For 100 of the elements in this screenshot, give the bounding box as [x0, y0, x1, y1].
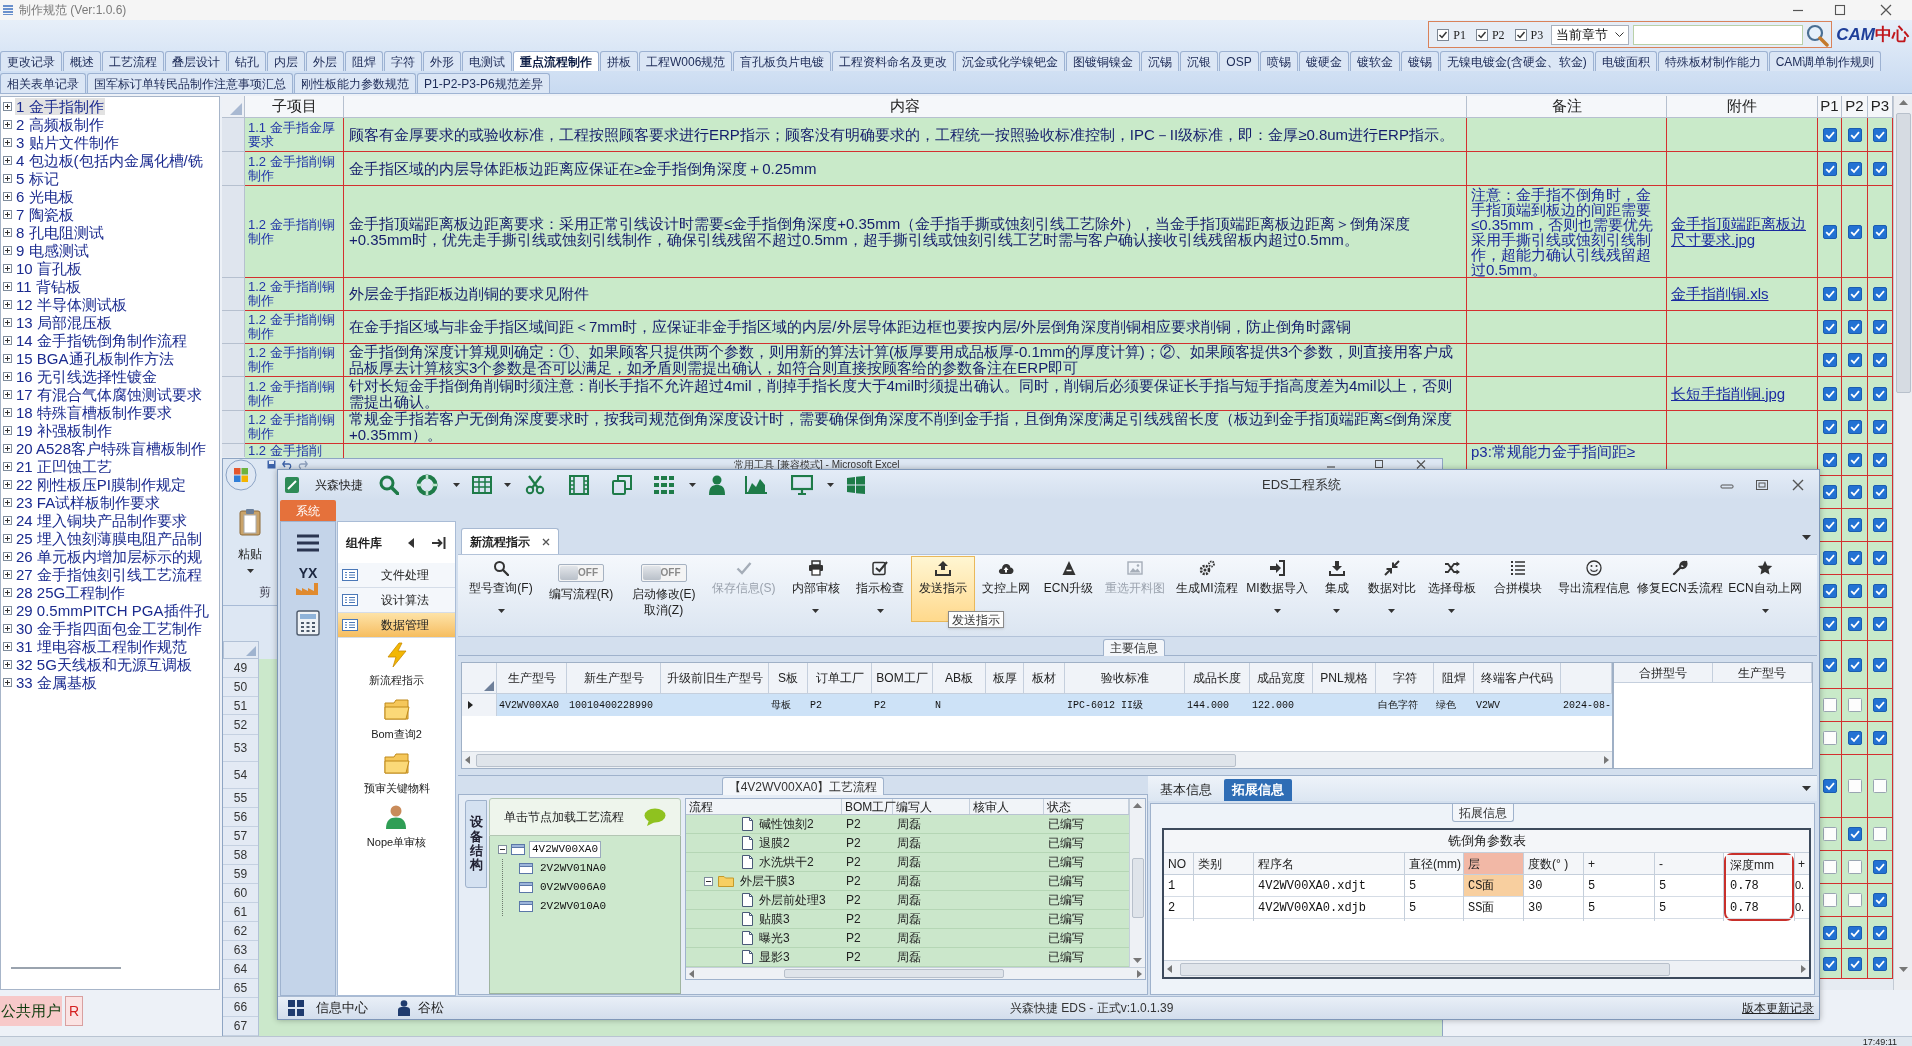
- user-name: 谷松: [418, 999, 444, 1018]
- group-label: 【4V2WV00XA0】工艺流程: [721, 777, 885, 795]
- tooltip: 发送指示: [948, 611, 1004, 628]
- table-cell-text: 周磊: [896, 911, 922, 928]
- table-cell-text: 碱性蚀刻2: [759, 816, 814, 833]
- table-cell: 1.1 金手指金厚要求: [245, 118, 344, 152]
- table-cell-text: 曝光3: [759, 930, 790, 947]
- window-title: 制作规范 (Ver:1.0.6): [19, 3, 127, 17]
- table-cell-text: 水洗烘干2: [759, 854, 814, 871]
- table-cell-text: 周磊: [896, 873, 922, 890]
- table-cell: CS面: [1464, 875, 1523, 897]
- table-cell-text: 绿色: [1435, 698, 1457, 713]
- table-cell: 2: [1164, 897, 1193, 919]
- column-header: P2: [1842, 96, 1868, 118]
- table-cell: 4V2WV00XA0.xdjt: [1254, 875, 1404, 897]
- table-cell-text: 周磊: [896, 835, 922, 852]
- table-cell: 5: [1584, 875, 1654, 897]
- table-cell-text: 外层前处理3: [759, 892, 826, 909]
- table-cell-text: 已编写: [1047, 892, 1085, 909]
- table-cell: 注意：金手指不倒角时，金手指顶端到板边的间距需要≤0.35mm，否则也需要优先采用手撕引线或蚀刻引线制作，超能力确认引线残留超过0.5mm。: [1467, 186, 1667, 278]
- panel-title: 单击节点加载工艺流程: [504, 809, 624, 826]
- logo: CAM中心: [1836, 24, 1909, 45]
- table-cell-text: V2WV: [1475, 698, 1501, 713]
- table-cell: 针对长短金手指倒角削铜时须注意：削长手指不允许超过4mil，削掉手指长度大于4mil时须提出确认。同时，削铜后必须要保证长手指与短手指高度差为4mil以上，否则需提出确认。: [344, 377, 1467, 411]
- table-cell-text: P2: [845, 835, 862, 852]
- table-cell-text: 已编写: [1047, 911, 1085, 928]
- table-cell: 1.2 金手指削铜制作: [245, 311, 344, 344]
- table-cell-text: P2: [809, 698, 823, 713]
- table-cell: 金手指区域的内层导体距板边距离应保证在≥金手指倒角深度＋0.25mm: [344, 152, 1467, 186]
- table-cell-text: P2: [845, 854, 862, 871]
- table-cell-text: 4V2WV00XA0: [498, 698, 560, 713]
- group-label: 拓展信息: [1451, 804, 1514, 822]
- table-cell-text: 2024-08-: [1562, 698, 1612, 713]
- clock-text: 17:49:11: [1862, 1036, 1897, 1046]
- table-cell-text: 周磊: [896, 854, 922, 871]
- table-title: 铣倒角参数表: [1447, 832, 1526, 851]
- table-cell: 4V2WV00XA0.xdjb: [1254, 897, 1404, 919]
- table-cell: 外层金手指距板边削铜的要求见附件: [344, 278, 1467, 311]
- table-cell: 0.78: [1726, 875, 1792, 897]
- table-cell: 0.78: [1726, 897, 1792, 919]
- table-cell-text: 已编写: [1047, 949, 1085, 966]
- table-cell: SS面: [1464, 897, 1523, 919]
- app-name: 兴森快捷: [315, 477, 363, 494]
- table-cell: 0.: [1795, 897, 1809, 919]
- filter-label: P3: [1530, 26, 1544, 44]
- table-cell-text: P2: [845, 892, 862, 909]
- user-name: 公共用户: [0, 996, 62, 1026]
- table-cell: 金手指顶端距离板边距离要求：采用正常引线设计时需要≤金手指倒角深度+0.35mm（金手指手撕或蚀刻引线工艺除外），当金手指顶端距离板边距离＞倒角深度+0.35mm时，优先走手撕引线或蚀刻引线制作，确保引线残留不超过0.5mm，超手撕引线或蚀刻引线工艺时需与客户确认接收引线残留板内超过0.5mm。: [344, 186, 1467, 278]
- table-cell-text: P2: [845, 873, 862, 890]
- table-cell: 5: [1655, 897, 1723, 919]
- group-label: 主要信息: [1103, 639, 1165, 656]
- table-cell: 顾客有金厚要求的或验收标准，工程按照顾客要求进行ERP指示；顾客没有明确要求的，工程统一按照验收标准控制，IPC－II级标准，即：金厚≥0.8um进行ERP指示。: [344, 118, 1467, 152]
- panel-title: 组件库: [346, 534, 382, 552]
- filter-label: P1: [1453, 26, 1466, 44]
- table-cell: 5: [1655, 875, 1723, 897]
- table-cell-text: 周磊: [896, 930, 922, 947]
- table-cell: 1: [1164, 875, 1193, 897]
- table-cell: 1.2 金手指削铜制作: [245, 344, 344, 377]
- table-cell: 常规金手指若客户无倒角深度要求时，按我司规范倒角深度设计时，需要确保倒角深度不削到金手指，且倒角深度满足引线残留长度（板边到金手指顶端距离≤倒角深度+0.35mm）。: [344, 411, 1467, 444]
- column-header: 备注: [1467, 96, 1667, 118]
- table-cell-text: P2: [845, 949, 862, 966]
- table-cell: 5: [1405, 875, 1463, 897]
- column-header: 子项目: [245, 96, 344, 118]
- table-cell: 0.: [1795, 875, 1809, 897]
- table-cell-text: 已编写: [1047, 854, 1085, 871]
- table-cell-text: 144.000: [1186, 698, 1230, 713]
- table-cell-text: 周磊: [896, 816, 922, 833]
- table-cell: 在金手指区域与非金手指区域间距＜7mm时，应保证非金手指区域的内层/外层导体距边框也要按内层/外层倒角深度削铜相应要求削铜，防止倒角时露铜: [344, 311, 1467, 344]
- table-cell-text: 已编写: [1047, 930, 1085, 947]
- version-text: 兴森快捷 EDS - 正式v:1.0.1.39: [1010, 1000, 1174, 1017]
- table-cell-text: 已编写: [1047, 835, 1085, 852]
- table-cell: 1.2 金手指削铜制作: [245, 152, 344, 186]
- table-cell-text: 退膜2: [759, 835, 790, 852]
- table-cell-text: 已编写: [1047, 816, 1085, 833]
- table-cell: 金手指倒角深度计算规则确定：①、如果顾客只提供两个参数，则用新的算法计算(板厚要用成品板厚-0.1mm的厚度计算)；②、如果顾客提供3个参数，则直接用客户成品板厚去计算核实3个参数是否可以满足，如矛盾则需提出确认，如符合则直接按顾客给的参数备注在ERP即可: [344, 344, 1467, 377]
- column-header: 附件: [1667, 96, 1818, 118]
- table-cell: 5: [1584, 897, 1654, 919]
- window-title: EDS工程系统: [1262, 476, 1341, 495]
- table-cell: 1.2 金手指削铜制作: [245, 411, 344, 444]
- table-cell: 5: [1405, 897, 1463, 919]
- table-cell-text: P2: [845, 930, 862, 947]
- table-cell-text: N: [934, 698, 942, 713]
- table-cell-text: 显影3: [759, 949, 790, 966]
- table-cell: 30: [1524, 875, 1583, 897]
- group-label: 剪: [259, 585, 271, 599]
- table-cell-text: 122.000: [1251, 698, 1295, 713]
- table-cell-text: 周磊: [896, 892, 922, 909]
- column-header: 内容: [344, 96, 1467, 118]
- filter-label: P2: [1491, 26, 1505, 44]
- table-cell-text: P2: [873, 698, 887, 713]
- table-cell-text: 周磊: [896, 949, 922, 966]
- column-header: P1: [1818, 96, 1842, 118]
- table-cell-text: 白色字符: [1377, 698, 1419, 713]
- table-cell: 1.2 金手指削铜制作: [245, 377, 344, 411]
- table-cell-text: IPC-6012 II级: [1066, 698, 1144, 713]
- table-cell-text: 贴膜3: [759, 911, 790, 928]
- table-cell-text: 母板: [770, 698, 792, 713]
- table-cell-text: 10010400228990: [568, 698, 654, 713]
- table-cell-text: P2: [845, 911, 862, 928]
- table-cell-text: 已编写: [1047, 873, 1085, 890]
